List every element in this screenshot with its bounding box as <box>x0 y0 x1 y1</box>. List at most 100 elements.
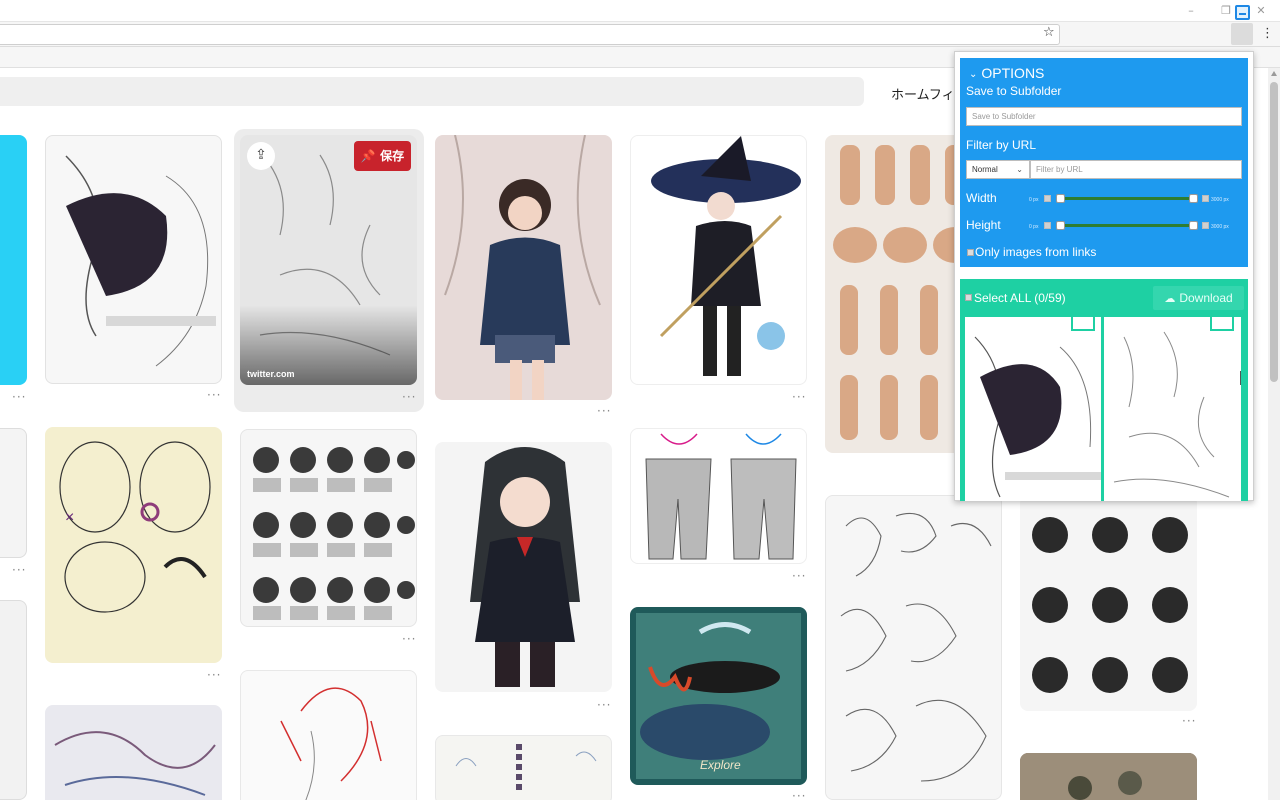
ocean-animals-illustration: Explore <box>636 613 801 779</box>
window-titlebar: – ❐ ✕ <box>0 0 1280 22</box>
pin-image[interactable] <box>1020 495 1197 711</box>
browser-toolbar: ☆ <box>0 22 1280 47</box>
witch-character-illustration <box>651 136 801 376</box>
pin-image[interactable] <box>0 600 27 800</box>
photo-student-image <box>444 135 601 400</box>
height-min-checkbox[interactable] <box>1044 222 1051 229</box>
address-bar[interactable] <box>0 24 1060 45</box>
width-min-label: 0 px <box>1029 197 1039 203</box>
pin-image[interactable] <box>630 428 807 564</box>
pin-image[interactable] <box>435 442 612 692</box>
restore-icon[interactable]: ❐ <box>1219 4 1233 18</box>
download-label: Download <box>1179 291 1233 305</box>
pin-image[interactable] <box>0 428 27 558</box>
hairstyles-chart-illustration <box>253 447 415 620</box>
pin-image[interactable] <box>240 429 417 627</box>
star-icon[interactable]: ☆ <box>1043 25 1055 40</box>
pin-image[interactable]: × <box>45 427 222 663</box>
scroll-up-icon[interactable] <box>1271 71 1277 76</box>
options-toggle[interactable]: ⌄ OPTIONS <box>969 65 1044 81</box>
save-button[interactable]: 📌 保存 <box>354 141 411 171</box>
extension-button[interactable] <box>1231 23 1253 45</box>
width-slider[interactable] <box>1061 197 1198 200</box>
subfolder-input[interactable]: Save to Subfolder <box>966 107 1242 126</box>
image-thumbnail-grid <box>965 317 1241 501</box>
creature-sketch-illustration <box>54 731 216 796</box>
minimize-icon[interactable]: – <box>1184 4 1198 18</box>
share-icon: ⇪ <box>255 147 267 163</box>
image-thumbnail[interactable] <box>965 317 1101 501</box>
more-icon[interactable]: ··· <box>207 668 221 682</box>
pin-image[interactable] <box>1020 753 1197 800</box>
sketch-illustration <box>65 155 216 367</box>
width-max-checkbox[interactable] <box>1202 195 1209 202</box>
more-icon[interactable]: ··· <box>12 563 26 577</box>
height-max-handle[interactable] <box>1189 221 1198 230</box>
select-all-checkbox[interactable] <box>965 294 972 301</box>
chevron-down-icon: ⌄ <box>969 69 978 80</box>
scrollbar-thumb[interactable] <box>1270 82 1278 382</box>
soldiers-illustration <box>1020 753 1197 800</box>
width-min-checkbox[interactable] <box>1044 195 1051 202</box>
width-max-handle[interactable] <box>1189 194 1198 203</box>
filter-url-input[interactable]: Filter by URL <box>1030 160 1242 179</box>
thumbnail-sketch-image <box>974 336 1101 498</box>
image-thumbnail[interactable] <box>1104 317 1240 501</box>
thumbnail-select-marker[interactable] <box>1210 317 1234 331</box>
pin-image[interactable] <box>825 495 1002 800</box>
svg-text:×: × <box>65 509 74 526</box>
thumbnail-scrollbar[interactable] <box>1240 371 1241 385</box>
filter-mode-value: Normal <box>972 165 998 174</box>
source-link[interactable]: twitter.com <box>247 369 295 379</box>
height-max-checkbox[interactable] <box>1202 222 1209 229</box>
thumbnail-poses-image <box>1113 331 1230 498</box>
pin-image[interactable] <box>630 135 807 385</box>
select-all-label: Select ALL (0/59) <box>974 291 1066 305</box>
pin-image[interactable] <box>0 135 27 385</box>
thumbnail-select-marker[interactable] <box>1071 317 1095 331</box>
share-button[interactable]: ⇪ <box>247 142 275 170</box>
download-button[interactable]: ☁ Download <box>1153 286 1244 310</box>
more-icon[interactable]: ··· <box>402 632 416 646</box>
pin-image[interactable]: Explore <box>630 607 807 785</box>
pin-image[interactable] <box>435 735 612 800</box>
more-icon[interactable]: ··· <box>12 390 26 404</box>
more-icon[interactable]: ··· <box>792 789 806 800</box>
width-min-handle[interactable] <box>1056 194 1065 203</box>
more-icon[interactable]: ··· <box>792 390 806 404</box>
width-max-label: 3000 px <box>1211 197 1229 203</box>
cloud-download-icon: ☁ <box>1164 292 1176 305</box>
more-icon[interactable]: ··· <box>597 404 611 418</box>
pants-drawing-illustration <box>645 433 797 560</box>
search-input[interactable] <box>0 77 864 106</box>
save-subfolder-label: Save to Subfolder <box>966 84 1062 98</box>
more-icon[interactable]: ··· <box>402 390 416 404</box>
more-icon[interactable]: ··· <box>1182 714 1196 728</box>
only-links-label: Only images from links <box>975 245 1097 259</box>
chevron-down-icon: ⌄ <box>1016 165 1023 174</box>
page-scrollbar[interactable] <box>1268 68 1280 800</box>
poses-sketch-illustration <box>240 154 417 385</box>
mouth-study-illustration: × <box>59 441 211 613</box>
kebab-menu-icon[interactable]: ⋮ <box>1261 27 1274 41</box>
pin-image[interactable] <box>435 135 612 400</box>
red-sketch-illustration <box>280 687 382 800</box>
height-min-handle[interactable] <box>1056 221 1065 230</box>
more-icon[interactable]: ··· <box>207 388 221 402</box>
height-max-label: 3000 px <box>1211 224 1229 230</box>
pin-image[interactable] <box>45 135 222 384</box>
pin-image[interactable] <box>240 670 417 800</box>
more-icon[interactable]: ··· <box>597 698 611 712</box>
height-slider[interactable] <box>1061 224 1198 227</box>
image-selection-panel: Select ALL (0/59) ☁ Download <box>960 279 1248 501</box>
pin-image[interactable] <box>45 705 222 800</box>
pin-icon: 📌 <box>360 149 376 163</box>
close-icon[interactable]: ✕ <box>1254 4 1268 18</box>
more-icon[interactable]: ··· <box>792 569 806 583</box>
only-links-checkbox[interactable] <box>967 249 974 256</box>
image-downloader-popup: ⌄ OPTIONS Save to Subfolder Save to Subfo… <box>954 51 1254 501</box>
save-label: 保存 <box>380 149 405 163</box>
image-downloader-icon[interactable] <box>1235 5 1250 20</box>
filter-mode-select[interactable]: Normal ⌄ <box>966 160 1030 179</box>
pin-image[interactable] <box>240 135 417 385</box>
